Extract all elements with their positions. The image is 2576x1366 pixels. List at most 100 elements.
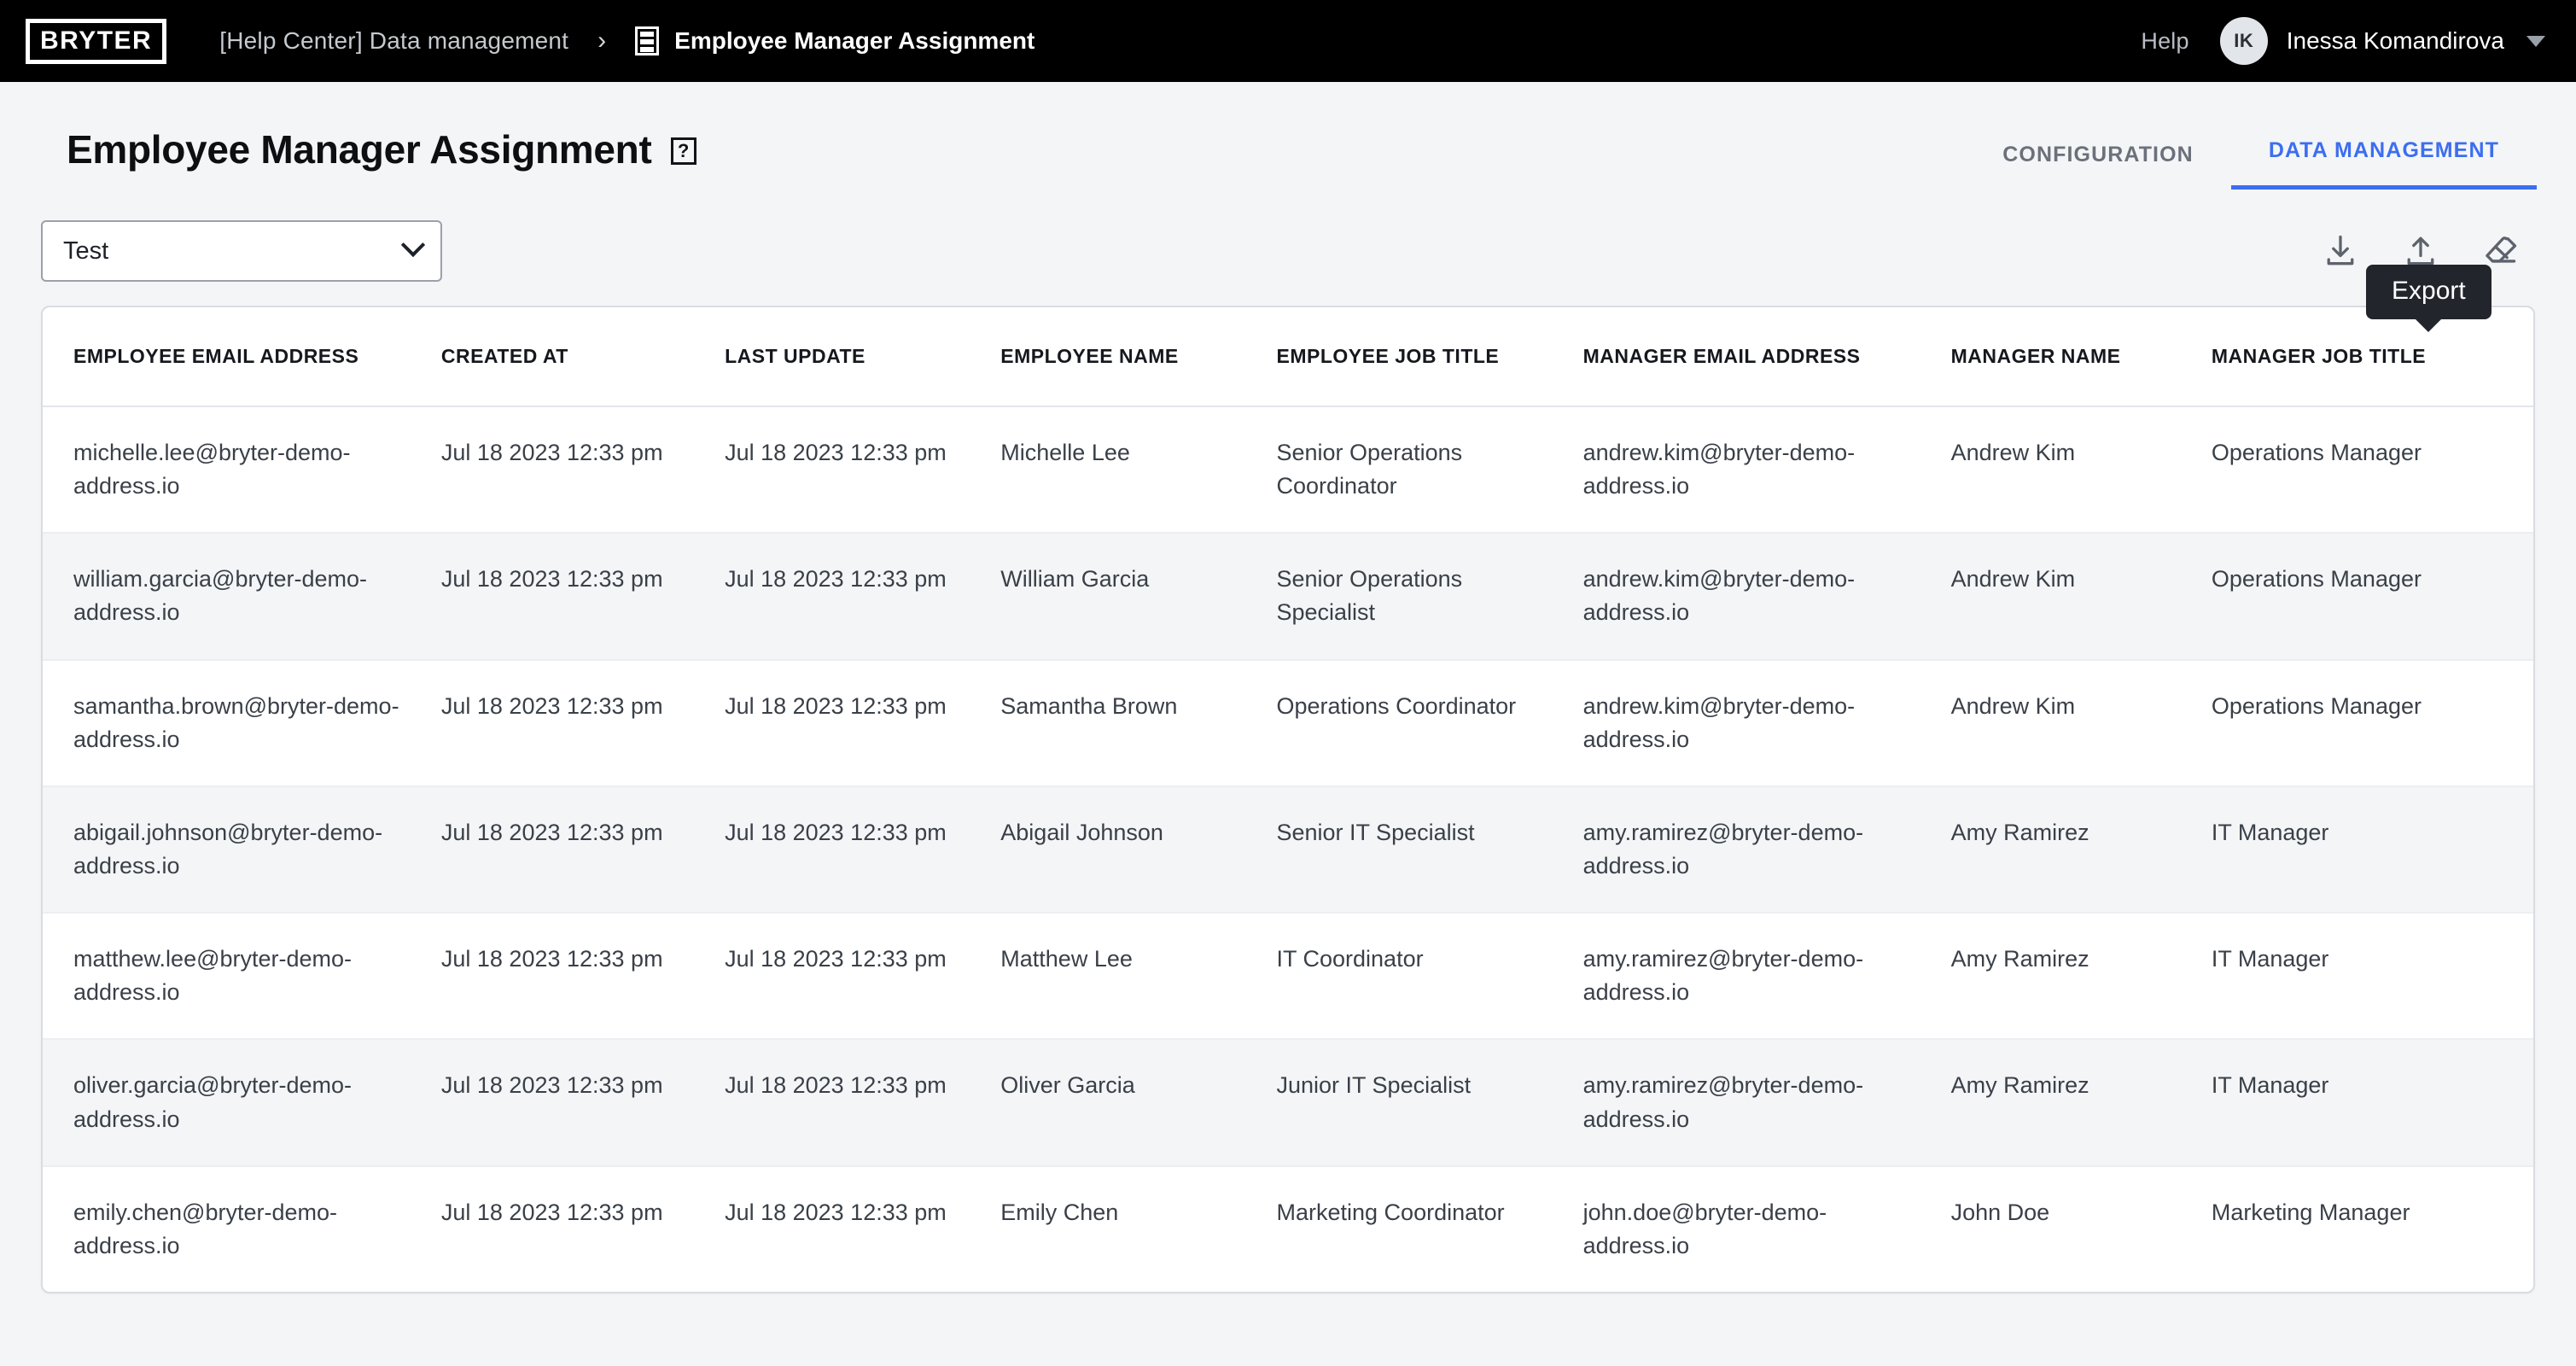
cell-manager-email: amy.ramirez@bryter-demo-address.io [1582,785,1951,914]
table-row[interactable]: abigail.johnson@bryter-demo-address.io Ju… [43,785,2533,914]
cell-last-update: Jul 18 2023 12:33 pm [725,659,1001,787]
chevron-down-icon [400,232,426,258]
cell-manager-name: John Doe [1950,1199,2050,1225]
column-header-employee-job-title[interactable]: EMPLOYEE JOB TITLE [1276,307,1583,407]
dataset-select[interactable]: Test [41,220,442,282]
page-title: Employee Manager Assignment ? [67,126,696,172]
import-icon[interactable] [2322,232,2359,270]
column-header-manager-name[interactable]: MANAGER NAME [1950,307,2212,407]
cell-manager-email: andrew.kim@bryter-demo-address.io [1582,659,1951,787]
cell-manager-email: amy.ramirez@bryter-demo-address.io [1582,913,1951,1041]
cell-created-at: Jul 18 2023 12:33 pm [440,533,726,661]
avatar: IK [2219,17,2268,65]
cell-employee-email: michelle.lee@bryter-demo-address.io [43,406,441,534]
database-table-icon [635,26,660,55]
cell-last-update: Jul 18 2023 12:33 pm [725,913,1001,1041]
cell-employee-name: Abigail Johnson [1000,785,1277,914]
cell-employee-email: oliver.garcia@bryter-demo-address.io [43,1039,441,1167]
user-name: Inessa Komandirova [2286,27,2504,54]
cell-created-at: Jul 18 2023 12:33 pm [440,659,726,787]
cell-created-at: Jul 18 2023 12:33 pm [440,913,726,1041]
cell-manager-job-title: Operations Manager [2211,406,2533,534]
breadcrumb-current: Employee Manager Assignment [635,26,1034,55]
chevron-right-icon: › [597,26,607,55]
page-header: Employee Manager Assignment ? CONFIGURAT… [26,82,2550,190]
cell-last-update: Jul 18 2023 12:33 pm [725,1199,947,1225]
cell-manager-email: john.doe@bryter-demo-address.io [1582,1199,1827,1258]
tab-configuration[interactable]: CONFIGURATION [1965,143,2231,190]
table-row[interactable]: william.garcia@bryter-demo-address.io Jul… [43,533,2533,661]
cell-employee-job-title: Senior Operations Coordinator [1276,406,1583,534]
column-header-created-at[interactable]: CREATED AT [440,307,726,407]
cell-employee-job-title: Senior IT Specialist [1276,785,1583,914]
cell-manager-name: Amy Ramirez [1950,1039,2212,1167]
cell-manager-name: Andrew Kim [1950,406,2212,534]
cell-last-update: Jul 18 2023 12:33 pm [725,785,1001,914]
cell-last-update: Jul 18 2023 12:33 pm [725,406,1001,534]
cell-employee-name: Michelle Lee [1000,406,1277,534]
top-navigation-bar: BRYTER [Help Center] Data management › E… [0,0,2576,82]
table-body: michelle.lee@bryter-demo-address.io Jul 1… [43,406,2533,1292]
cell-employee-email: william.garcia@bryter-demo-address.io [43,533,441,661]
cell-manager-name: Amy Ramirez [1950,785,2212,914]
topbar-right-group: Help IK Inessa Komandirova [2141,17,2545,65]
breadcrumb: [Help Center] Data management › Employee… [219,26,1034,55]
cell-employee-name: Oliver Garcia [1000,1039,1277,1167]
cell-employee-name: Emily Chen [1000,1199,1119,1225]
cell-last-update: Jul 18 2023 12:33 pm [725,1039,1001,1167]
cell-manager-email: andrew.kim@bryter-demo-address.io [1582,406,1951,534]
table-row[interactable]: oliver.garcia@bryter-demo-address.io Jul … [43,1039,2533,1167]
page-container: Employee Manager Assignment ? CONFIGURAT… [0,82,2576,1293]
cell-manager-job-title: IT Manager [2211,1039,2533,1167]
cell-employee-job-title: Operations Coordinator [1276,659,1583,787]
table-row[interactable]: samantha.brown@bryter-demo-address.io Jul… [43,659,2533,787]
breadcrumb-current-label: Employee Manager Assignment [674,27,1035,54]
user-menu[interactable]: IK Inessa Komandirova [2219,17,2545,65]
data-table: EMPLOYEE EMAIL ADDRESS CREATED AT LAST U… [43,307,2533,1292]
cell-created-at: Jul 18 2023 12:33 pm [440,785,726,914]
cell-manager-job-title: Marketing Manager [2211,1199,2410,1225]
breadcrumb-parent[interactable]: [Help Center] Data management [219,27,568,55]
cell-manager-job-title: IT Manager [2211,785,2533,914]
table-row[interactable]: michelle.lee@bryter-demo-address.io Jul 1… [43,406,2533,534]
cell-employee-job-title: Marketing Coordinator [1276,1199,1505,1225]
cell-created-at: Jul 18 2023 12:33 pm [440,1039,726,1167]
cell-manager-email: amy.ramirez@bryter-demo-address.io [1582,1039,1951,1167]
cell-employee-name: Matthew Lee [1000,913,1277,1041]
cell-employee-email: matthew.lee@bryter-demo-address.io [43,913,441,1041]
dataset-select-value: Test [63,236,109,265]
cell-employee-email: samantha.brown@bryter-demo-address.io [43,659,441,787]
chevron-down-icon [2526,35,2545,47]
help-question-icon[interactable]: ? [670,137,696,165]
cell-manager-name: Andrew Kim [1950,533,2212,661]
table-row[interactable]: emily.chen@bryter-demo-address.io Jul 18 … [43,1166,2533,1292]
cell-manager-job-title: Operations Manager [2211,533,2533,661]
cell-manager-job-title: Operations Manager [2211,659,2533,787]
cell-manager-name: Andrew Kim [1950,659,2212,787]
data-table-card: EMPLOYEE EMAIL ADDRESS CREATED AT LAST U… [41,306,2535,1293]
column-header-manager-email[interactable]: MANAGER EMAIL ADDRESS [1582,307,1951,407]
table-row[interactable]: matthew.lee@bryter-demo-address.io Jul 18… [43,913,2533,1041]
page-tabs: CONFIGURATION DATA MANAGEMENT [1965,126,2537,190]
column-header-manager-job-title[interactable]: MANAGER JOB TITLE [2211,307,2533,407]
cell-manager-name: Amy Ramirez [1950,913,2212,1041]
bryter-logo[interactable]: BRYTER [26,18,167,64]
cell-employee-name: Samantha Brown [1000,659,1277,787]
export-tooltip: Export [2366,265,2491,332]
table-header-row: EMPLOYEE EMAIL ADDRESS CREATED AT LAST U… [43,307,2533,407]
cell-employee-name: William Garcia [1000,533,1277,661]
clear-eraser-icon[interactable] [2482,232,2520,270]
toolbar-row: Test [26,190,2550,282]
column-header-employee-email[interactable]: EMPLOYEE EMAIL ADDRESS [43,307,441,407]
page-title-text: Employee Manager Assignment [67,127,652,172]
cell-created-at: Jul 18 2023 12:33 pm [440,1199,663,1225]
cell-manager-job-title: IT Manager [2211,913,2533,1041]
cell-employee-email: abigail.johnson@bryter-demo-address.io [43,785,441,914]
cell-employee-job-title: Junior IT Specialist [1276,1039,1583,1167]
tab-data-management[interactable]: DATA MANAGEMENT [2230,138,2537,190]
column-header-last-update[interactable]: LAST UPDATE [725,307,1001,407]
cell-manager-email: andrew.kim@bryter-demo-address.io [1582,533,1951,661]
help-link[interactable]: Help [2141,28,2188,55]
column-header-employee-name[interactable]: EMPLOYEE NAME [1000,307,1277,407]
cell-employee-email: emily.chen@bryter-demo-address.io [73,1199,337,1258]
